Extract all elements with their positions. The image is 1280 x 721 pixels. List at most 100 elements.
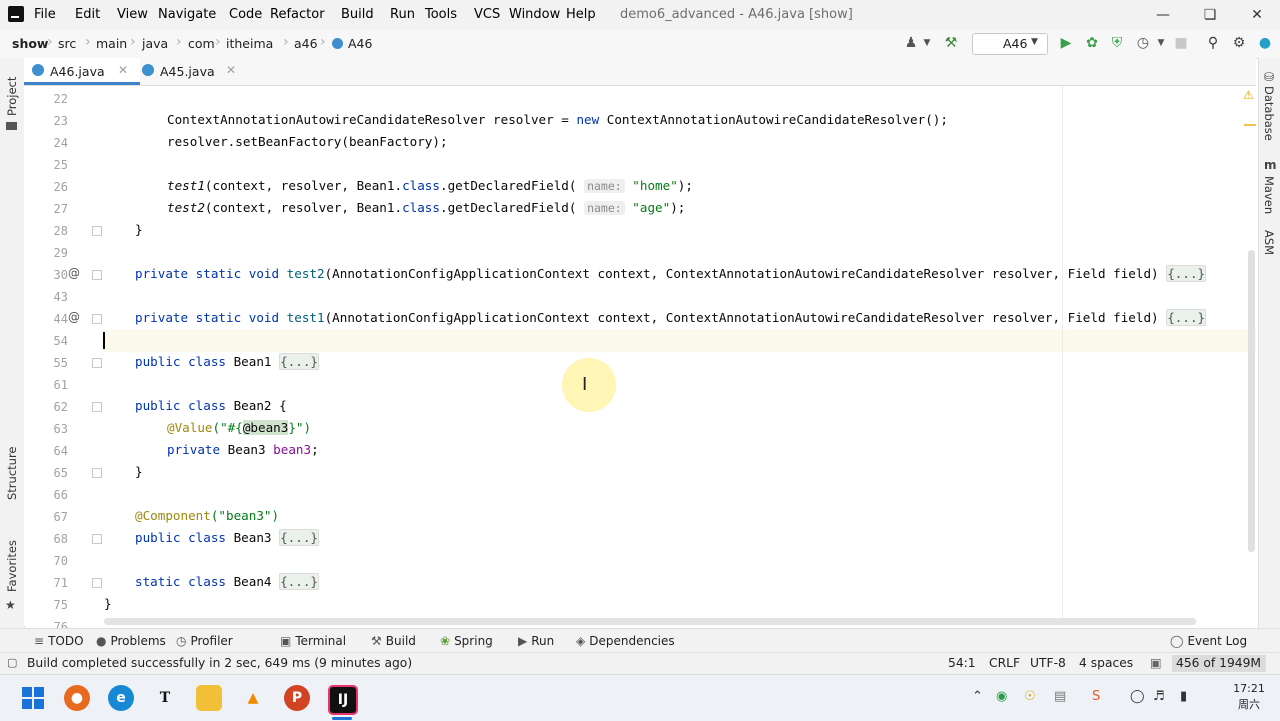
breadcrumb-src[interactable]: src	[58, 36, 76, 51]
dependencies-tool-button[interactable]: ◈ Dependencies	[576, 634, 675, 648]
fold-toggle-icon[interactable]	[92, 358, 102, 368]
project-tool-button[interactable]: Project	[5, 77, 19, 116]
run-tool-button[interactable]: ▶ Run	[518, 634, 554, 648]
search-icon[interactable]: ⚲	[1204, 35, 1222, 51]
input-method-icon[interactable]: ▤	[1054, 689, 1066, 704]
menu-refactor[interactable]: Refactor	[270, 7, 325, 22]
implementation-marker-icon[interactable]: @	[68, 310, 80, 324]
network-icon[interactable]: ◯	[1130, 689, 1145, 704]
menu-file[interactable]: File	[34, 7, 56, 22]
fold-toggle-icon[interactable]	[92, 578, 102, 588]
restore-icon[interactable]: ❏	[1195, 4, 1225, 26]
folded-class-body[interactable]: {...}	[279, 529, 319, 546]
intellij-taskbar-icon[interactable]: IJ	[328, 685, 358, 715]
terminal-tool-button[interactable]: ▣ Terminal	[280, 634, 346, 648]
event-log-tool-button[interactable]: ◯ Event Log	[1170, 634, 1247, 648]
run-configuration-select[interactable]: A46 ▼	[972, 33, 1048, 55]
close-window-icon[interactable]: ✕	[1242, 4, 1272, 26]
breadcrumb-main[interactable]: main	[96, 36, 127, 51]
breadcrumb-itheima[interactable]: itheima	[226, 36, 273, 51]
status-toggle-icon[interactable]: ▢	[7, 656, 17, 669]
folded-method-body[interactable]: {...}	[1166, 309, 1207, 326]
sogou-icon[interactable]: S	[1092, 689, 1100, 704]
taskbar-clock[interactable]: 17:21 周六	[1232, 681, 1266, 713]
fold-toggle-icon[interactable]	[92, 314, 102, 324]
fold-toggle-icon[interactable]	[92, 534, 102, 544]
caret-position[interactable]: 54:1	[948, 656, 976, 670]
folded-class-body[interactable]: {...}	[279, 353, 319, 370]
todo-tool-button[interactable]: ≡ TODO	[34, 634, 84, 648]
horizontal-scrollbar[interactable]	[104, 618, 1196, 625]
menu-view[interactable]: View	[117, 7, 148, 22]
menu-vcs[interactable]: VCS	[474, 7, 500, 22]
tab-a45-java[interactable]: A45.java ✕	[134, 58, 238, 85]
volume-icon[interactable]: ♬	[1153, 689, 1165, 704]
menu-build[interactable]: Build	[341, 7, 374, 22]
menu-run[interactable]: Run	[390, 7, 415, 22]
file-explorer-icon[interactable]	[196, 685, 222, 711]
battery-icon[interactable]: ▮	[1180, 689, 1187, 704]
windows-start-icon[interactable]	[22, 687, 44, 709]
breadcrumb-show[interactable]: show	[12, 36, 48, 51]
breadcrumb-com[interactable]: com	[188, 36, 215, 51]
database-tool-button[interactable]: Database	[1262, 86, 1276, 141]
microphone-icon[interactable]: ☉	[1024, 689, 1036, 704]
line-separator[interactable]: CRLF	[989, 656, 1020, 670]
typora-icon[interactable]: T	[152, 685, 178, 711]
indent-setting[interactable]: 4 spaces	[1079, 656, 1133, 670]
problems-tool-button[interactable]: ● Problems	[96, 634, 166, 648]
menu-code[interactable]: Code	[229, 7, 262, 22]
coverage-icon[interactable]: ⛨	[1108, 35, 1126, 51]
profiler-icon[interactable]: ◷	[1134, 35, 1152, 51]
close-tab-icon[interactable]: ✕	[118, 63, 128, 77]
favorites-tool-button[interactable]: Favorites	[5, 540, 19, 592]
vlc-icon[interactable]: ▲	[240, 685, 266, 711]
folded-method-body[interactable]: {...}	[1166, 265, 1207, 282]
fold-toggle-icon[interactable]	[92, 226, 102, 236]
chevron-up-icon[interactable]: ⌃	[972, 689, 983, 704]
maven-tool-button[interactable]: Maven	[1262, 176, 1276, 214]
lock-icon[interactable]: ▣	[1150, 656, 1162, 670]
close-tab-icon[interactable]: ✕	[226, 63, 236, 77]
file-encoding[interactable]: UTF-8	[1030, 656, 1066, 670]
stop-icon[interactable]: ■	[1172, 35, 1190, 51]
firefox-icon[interactable]: ●	[64, 685, 90, 711]
tab-a46-java[interactable]: A46.java ✕	[24, 58, 140, 85]
memory-indicator[interactable]: 456 of 1949M	[1172, 655, 1266, 672]
warning-icon[interactable]: ⚠	[1243, 88, 1254, 102]
vertical-scrollbar[interactable]	[1248, 250, 1255, 552]
chevron-down-icon[interactable]: ▼	[1152, 35, 1170, 51]
run-icon[interactable]: ▶	[1057, 35, 1075, 51]
breadcrumb-java[interactable]: java	[142, 36, 168, 51]
breadcrumb-a46[interactable]: a46	[294, 36, 318, 51]
folded-class-body[interactable]: {...}	[279, 573, 319, 590]
chevron-down-icon[interactable]: ▼	[918, 35, 936, 51]
menu-help[interactable]: Help	[566, 7, 596, 22]
gear-icon[interactable]: ⚙	[1230, 35, 1248, 51]
edge-icon[interactable]: e	[108, 685, 134, 711]
asm-tool-button[interactable]: ASM	[1262, 230, 1276, 255]
menu-tools[interactable]: Tools	[425, 7, 457, 22]
wechat-icon[interactable]: ◉	[996, 689, 1007, 704]
line-number: 67	[53, 510, 68, 524]
status-message[interactable]: Build completed successfully in 2 sec, 6…	[27, 656, 412, 670]
powerpoint-icon[interactable]: P	[284, 685, 310, 711]
breadcrumb-a46-class[interactable]: A46	[348, 36, 372, 51]
spring-tool-button[interactable]: ❀ Spring	[440, 634, 493, 648]
structure-tool-button[interactable]: Structure	[5, 447, 19, 501]
build-tool-button[interactable]: ⚒ Build	[371, 634, 416, 648]
code-editor[interactable]: ContextAnnotationAutowireCandidateResolv…	[104, 86, 1256, 626]
menu-edit[interactable]: Edit	[75, 7, 100, 22]
fold-toggle-icon[interactable]	[92, 402, 102, 412]
fold-toggle-icon[interactable]	[92, 468, 102, 478]
fold-toggle-icon[interactable]	[92, 270, 102, 280]
debug-icon[interactable]: ✿	[1083, 35, 1101, 51]
minimize-icon[interactable]: —	[1148, 4, 1178, 26]
toolbox-icon[interactable]: ●	[1256, 35, 1274, 51]
warning-stripe-mark[interactable]	[1244, 124, 1256, 126]
hammer-icon[interactable]: ⚒	[942, 35, 960, 51]
profiler-tool-button[interactable]: ◷ Profiler	[176, 634, 233, 648]
menu-window[interactable]: Window	[509, 7, 560, 22]
menu-navigate[interactable]: Navigate	[158, 7, 216, 22]
implementation-marker-icon[interactable]: @	[68, 266, 80, 280]
